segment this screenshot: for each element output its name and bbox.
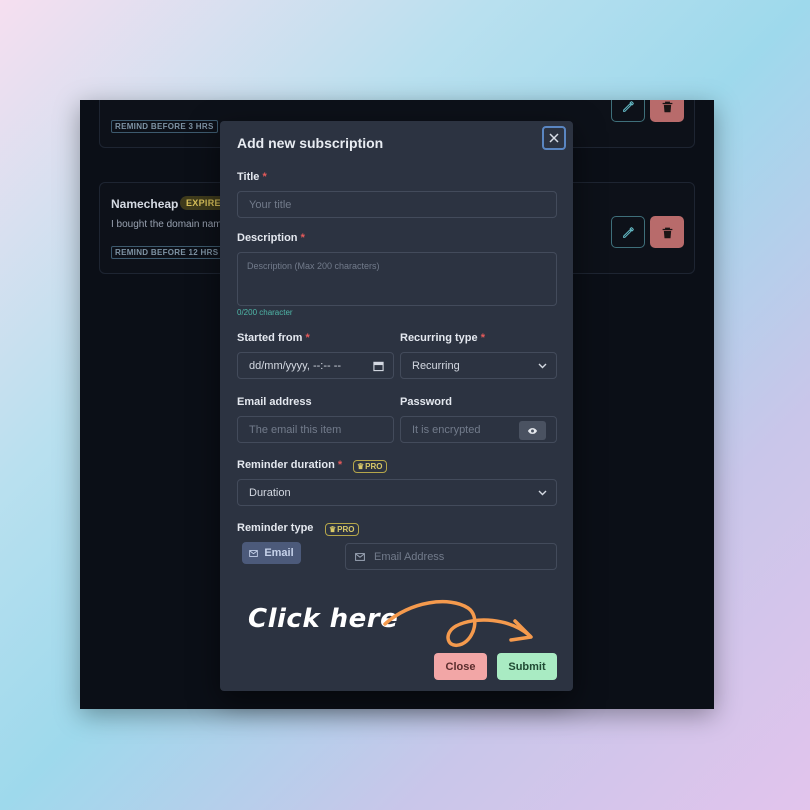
password-placeholder: It is encrypted — [412, 423, 481, 436]
reminder-type-email-chip[interactable]: Email — [242, 542, 301, 564]
email-placeholder: The email this item — [249, 423, 342, 436]
delete-button[interactable] — [650, 100, 684, 122]
edit-button[interactable] — [611, 216, 645, 248]
description-textarea[interactable]: Description (Max 200 characters) — [237, 252, 557, 306]
show-password-button[interactable] — [519, 421, 546, 440]
click-here-annotation: Click here — [248, 604, 399, 634]
pro-badge: ♛ PRO — [325, 523, 359, 536]
email-chip-label: Email — [264, 547, 294, 559]
pro-badge: ♛ PRO — [353, 460, 387, 473]
reminder-duration-value: Duration — [249, 486, 291, 499]
recurring-type-select[interactable]: Recurring — [400, 352, 557, 379]
chevron-down-icon — [538, 363, 547, 368]
email-label: Email address — [237, 396, 312, 408]
character-counter: 0/200 character — [237, 308, 293, 317]
title-input[interactable]: Your title — [237, 191, 557, 218]
chevron-down-icon — [538, 490, 547, 495]
reminder-duration-label: Reminder duration * — [237, 459, 343, 471]
title-placeholder: Your title — [249, 198, 292, 211]
description-label: Description * — [237, 232, 305, 244]
close-icon — [549, 133, 559, 143]
mail-icon — [249, 549, 259, 557]
trash-icon — [662, 227, 672, 238]
started-from-value: dd/mm/yyyy, --:-- -- — [249, 359, 342, 372]
reminder-email-placeholder: Email Address — [374, 550, 445, 563]
modal-title: Add new subscription — [237, 135, 384, 151]
reminder-email-input[interactable]: Email Address — [345, 543, 557, 570]
started-from-label: Started from * — [237, 332, 310, 344]
edit-icon — [622, 226, 634, 238]
email-input[interactable]: The email this item — [237, 416, 394, 443]
edit-button[interactable] — [611, 100, 645, 122]
reminder-type-label: Reminder type — [237, 522, 314, 534]
remind-badge: REMIND BEFORE 3 HRS — [111, 120, 218, 133]
password-input[interactable]: It is encrypted — [400, 416, 557, 443]
crown-icon: ♛ — [357, 462, 365, 471]
remind-badge: REMIND BEFORE 12 HRS — [111, 246, 223, 259]
started-from-input[interactable]: dd/mm/yyyy, --:-- -- — [237, 352, 394, 379]
delete-button[interactable] — [650, 216, 684, 248]
subscription-description: I bought the domain nam — [111, 219, 222, 230]
recurring-type-label: Recurring type * — [400, 332, 485, 344]
eye-icon — [527, 427, 538, 434]
recurring-type-value: Recurring — [412, 359, 460, 372]
reminder-duration-select[interactable]: Duration — [237, 479, 557, 506]
crown-icon: ♛ — [329, 525, 337, 534]
trash-icon — [662, 101, 672, 112]
edit-icon — [622, 100, 634, 112]
subscription-name: Namecheap — [111, 197, 179, 211]
modal-close-button[interactable] — [542, 126, 566, 150]
calendar-icon[interactable] — [373, 360, 384, 371]
title-label: Title * — [237, 171, 267, 183]
password-label: Password — [400, 396, 452, 408]
description-placeholder: Description (Max 200 characters) — [247, 261, 380, 271]
mail-icon — [355, 553, 365, 561]
curved-arrow-icon — [383, 600, 533, 648]
